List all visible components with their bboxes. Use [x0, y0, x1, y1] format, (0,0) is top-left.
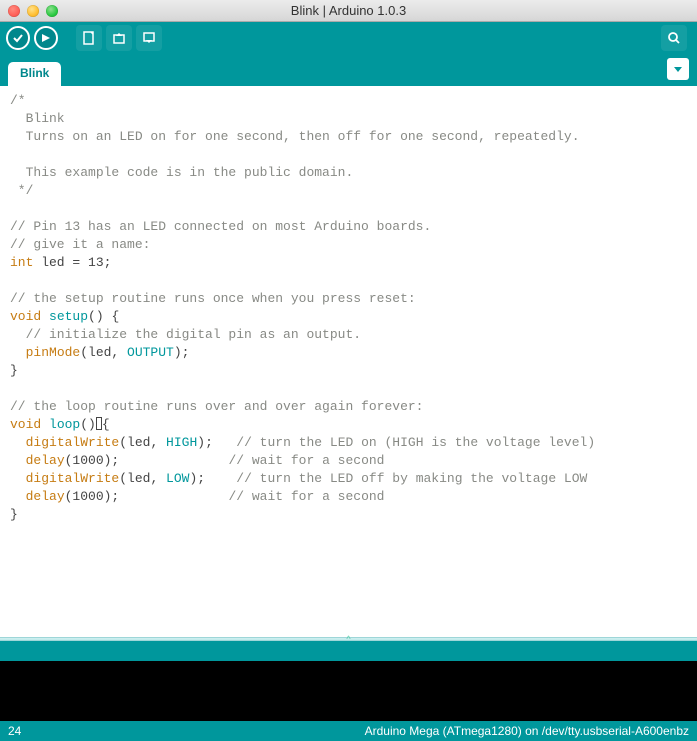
open-sketch-button[interactable]: [106, 25, 132, 51]
minimize-window-button[interactable]: [27, 5, 39, 17]
window-title: Blink | Arduino 1.0.3: [0, 3, 697, 18]
code-content: /* Blink Turns on an LED on for one seco…: [10, 92, 687, 524]
zoom-window-button[interactable]: [46, 5, 58, 17]
board-port-info: Arduino Mega (ATmega1280) on /dev/tty.us…: [365, 724, 689, 738]
save-sketch-button[interactable]: [136, 25, 162, 51]
upload-button[interactable]: [34, 26, 58, 50]
footer-bar: 24 Arduino Mega (ATmega1280) on /dev/tty…: [0, 721, 697, 741]
toolbar: [0, 22, 697, 54]
close-window-button[interactable]: [8, 5, 20, 17]
serial-monitor-button[interactable]: [661, 25, 687, 51]
new-sketch-button[interactable]: [76, 25, 102, 51]
console-output[interactable]: [0, 661, 697, 721]
titlebar: Blink | Arduino 1.0.3: [0, 0, 697, 22]
verify-button[interactable]: [6, 26, 30, 50]
status-bar: [0, 641, 697, 661]
tab-menu-button[interactable]: [667, 58, 689, 80]
tab-blink[interactable]: Blink: [8, 62, 61, 86]
code-editor[interactable]: /* Blink Turns on an LED on for one seco…: [0, 86, 697, 637]
tab-bar: Blink: [0, 54, 697, 86]
line-number: 24: [8, 724, 21, 738]
window-controls: [0, 5, 58, 17]
